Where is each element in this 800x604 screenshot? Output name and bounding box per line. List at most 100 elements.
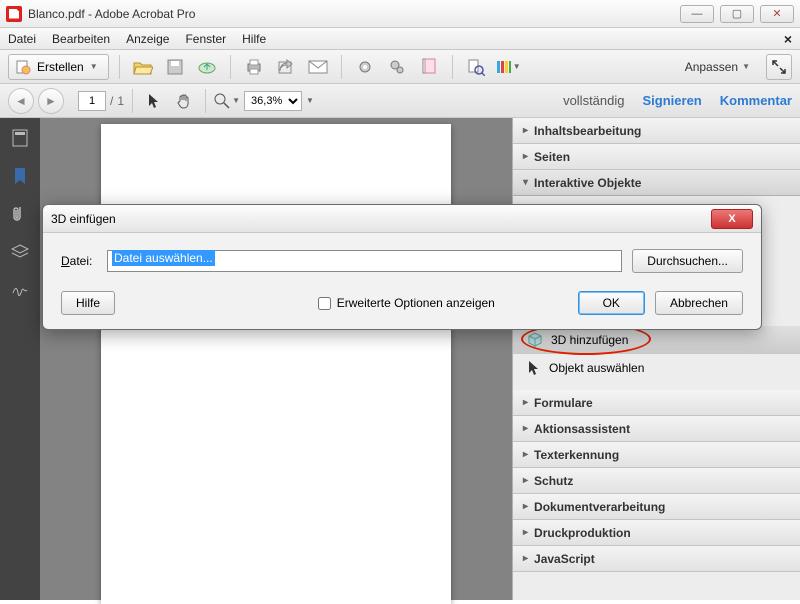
chevron-right-icon: ▸	[523, 553, 528, 564]
item-3d-add-label: 3D hinzufügen	[551, 333, 628, 347]
chevron-right-icon: ▸	[523, 527, 528, 538]
cursor-icon	[527, 360, 541, 376]
pdf-page	[101, 124, 451, 604]
layers-icon[interactable]	[10, 242, 30, 262]
panel-content-editing[interactable]: ▸Inhaltsbearbeitung	[513, 118, 800, 144]
chevron-right-icon: ▸	[523, 397, 528, 408]
gear-button[interactable]	[352, 54, 378, 80]
expand-icon	[772, 60, 786, 74]
help-button[interactable]: Hilfe	[61, 291, 115, 315]
open-button[interactable]	[130, 54, 156, 80]
share-button[interactable]	[273, 54, 299, 80]
menu-view[interactable]: Anzeige	[126, 32, 169, 46]
zoom-tool[interactable]: ▼	[214, 88, 240, 114]
print-button[interactable]	[241, 54, 267, 80]
document-area[interactable]	[40, 118, 512, 600]
document-icon	[421, 58, 437, 76]
printer-icon	[245, 58, 263, 76]
menubar-close-icon[interactable]: ×	[784, 31, 792, 47]
menu-file[interactable]: Datei	[8, 32, 36, 46]
toolbar-nav: ◄ ► / 1 ▼ 36,3% ▼ vollständig Signieren …	[0, 84, 800, 118]
cube-icon	[527, 332, 543, 348]
gear-icon	[356, 58, 374, 76]
minimize-button[interactable]: —	[680, 5, 714, 23]
dialog-title: 3D einfügen	[51, 212, 116, 226]
panel-actions[interactable]: ▸Aktionsassistent	[513, 416, 800, 442]
tools-pane: ▸Inhaltsbearbeitung ▸Seiten ▾Interaktive…	[512, 118, 800, 600]
color-bars-icon	[495, 58, 511, 76]
menu-edit[interactable]: Bearbeiten	[52, 32, 110, 46]
next-page-button[interactable]: ►	[38, 88, 64, 114]
create-label: Erstellen	[37, 60, 84, 74]
app-icon	[6, 6, 22, 22]
menu-window[interactable]: Fenster	[185, 32, 226, 46]
close-button[interactable]: ✕	[760, 5, 794, 23]
panel-pages[interactable]: ▸Seiten	[513, 144, 800, 170]
window-title: Blanco.pdf - Adobe Acrobat Pro	[28, 7, 680, 21]
panel-docproc[interactable]: ▸Dokumentverarbeitung	[513, 494, 800, 520]
zoom-icon	[214, 93, 230, 109]
select-tool[interactable]	[141, 88, 167, 114]
tab-voll[interactable]: vollständig	[563, 93, 624, 108]
signature-icon[interactable]	[10, 280, 30, 300]
item-select-object-label: Objekt auswählen	[549, 361, 644, 375]
dialog-close-button[interactable]: X	[711, 209, 753, 229]
browse-button[interactable]: Durchsuchen...	[632, 249, 743, 273]
page-total: 1	[117, 94, 124, 108]
gear2-button[interactable]	[384, 54, 410, 80]
cancel-button[interactable]: Abbrechen	[655, 291, 743, 315]
create-icon	[15, 59, 31, 75]
chevron-down-icon: ▾	[523, 177, 528, 188]
create-button[interactable]: Erstellen ▼	[8, 54, 109, 80]
panel-interactive-objects[interactable]: ▾Interaktive Objekte	[513, 170, 800, 196]
panel-javascript[interactable]: ▸JavaScript	[513, 546, 800, 572]
tab-sign[interactable]: Signieren	[643, 93, 702, 108]
document-button[interactable]	[416, 54, 442, 80]
left-sidebar	[0, 118, 40, 600]
search-button[interactable]	[463, 54, 489, 80]
panel-forms[interactable]: ▸Formulare	[513, 390, 800, 416]
dropdown-icon: ▼	[90, 62, 98, 71]
zoom-select[interactable]: 36,3%	[244, 91, 302, 111]
chevron-right-icon: ▸	[523, 475, 528, 486]
hand-icon	[176, 93, 192, 109]
workspace: ▸Inhaltsbearbeitung ▸Seiten ▾Interaktive…	[0, 118, 800, 600]
cloud-icon	[197, 59, 217, 75]
tab-comment[interactable]: Kommentar	[720, 93, 792, 108]
save-button[interactable]	[162, 54, 188, 80]
menubar: Datei Bearbeiten Anzeige Fenster Hilfe ×	[0, 28, 800, 50]
customize-button[interactable]: Anpassen▼	[685, 60, 750, 74]
dialog-3d-insert: 3D einfügen X Datei: Datei auswählen... …	[42, 204, 762, 330]
attachment-icon[interactable]	[10, 204, 30, 224]
color-button[interactable]: ▼	[495, 54, 521, 80]
share-icon	[277, 58, 295, 76]
envelope-icon	[308, 60, 328, 74]
menu-help[interactable]: Hilfe	[242, 32, 266, 46]
hand-tool[interactable]	[171, 88, 197, 114]
file-input[interactable]: Datei auswählen...	[107, 250, 622, 272]
chevron-right-icon: ▸	[523, 501, 528, 512]
page-input[interactable]	[78, 91, 106, 111]
chevron-right-icon: ▸	[523, 125, 528, 136]
fullscreen-button[interactable]	[766, 54, 792, 80]
dialog-titlebar[interactable]: 3D einfügen X	[43, 205, 761, 233]
panel-security[interactable]: ▸Schutz	[513, 468, 800, 494]
bookmark-icon[interactable]	[10, 166, 30, 186]
ok-button[interactable]: OK	[578, 291, 645, 315]
cursor-icon	[147, 93, 161, 109]
thumbnails-icon[interactable]	[10, 128, 30, 148]
toolbar-main: Erstellen ▼ ▼ Anpassen▼	[0, 50, 800, 84]
folder-open-icon	[133, 58, 153, 76]
extended-options-checkbox[interactable]: Erweiterte Optionen anzeigen	[318, 296, 495, 310]
item-3d-add[interactable]: 3D hinzufügen	[513, 326, 800, 354]
chevron-right-icon: ▸	[523, 151, 528, 162]
maximize-button[interactable]: ▢	[720, 5, 754, 23]
panel-ocr[interactable]: ▸Texterkennung	[513, 442, 800, 468]
extended-checkbox-input[interactable]	[318, 297, 331, 310]
panel-printprod[interactable]: ▸Druckproduktion	[513, 520, 800, 546]
cloud-button[interactable]	[194, 54, 220, 80]
email-button[interactable]	[305, 54, 331, 80]
chevron-right-icon: ▸	[523, 449, 528, 460]
item-select-object[interactable]: Objekt auswählen	[513, 354, 800, 382]
prev-page-button[interactable]: ◄	[8, 88, 34, 114]
